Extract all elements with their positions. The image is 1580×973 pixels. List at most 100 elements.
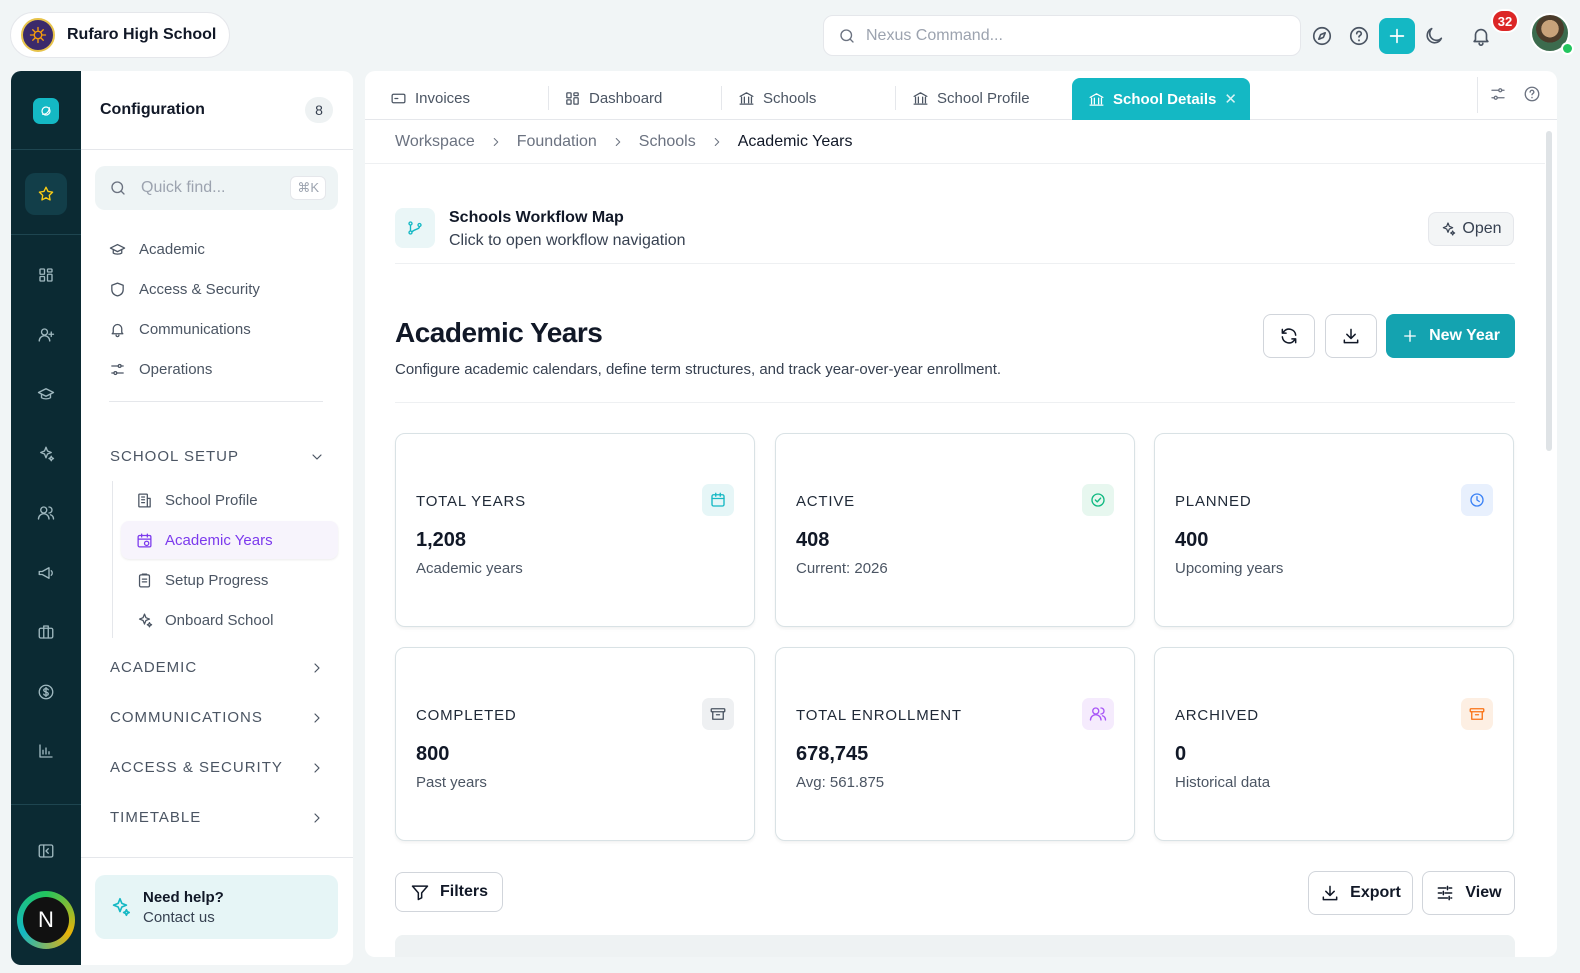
stat-subtext: Academic years [416,560,523,577]
tab-school-profile[interactable]: School Profile [887,77,1061,119]
breadcrumb: Workspace Foundation Schools Academic Ye… [395,133,852,151]
breadcrumb-foundation[interactable]: Foundation [517,133,597,151]
quick-add-button[interactable] [1379,18,1415,54]
nav-item-access-security[interactable]: Access & Security [109,281,260,298]
rail-communications[interactable] [25,552,67,594]
rail-academic[interactable] [25,373,67,415]
workspace-avatar[interactable]: N [17,891,75,949]
rail-people[interactable] [25,492,67,534]
nav-item-academic[interactable]: Academic [109,241,205,258]
compass-icon [1312,26,1332,46]
briefcase-icon [38,625,54,639]
workspace-initial: N [23,897,69,943]
view-button[interactable]: View [1422,871,1515,915]
sub-item-label: School Profile [165,491,258,509]
panel-left-icon [38,844,54,858]
panel-divider [81,149,353,150]
rail-onboarding[interactable] [25,433,67,475]
nav-item-label: Academic [139,241,205,258]
clock-icon [1461,484,1493,516]
sub-item-school-profile[interactable]: School Profile [121,481,338,519]
main-scrollbar[interactable] [1546,131,1552,451]
section-label: ACCESS & SECURITY [110,759,283,776]
tab-dashboard[interactable]: Dashboard [539,77,713,119]
configuration-count-badge: 8 [305,97,333,123]
breadcrumb-schools[interactable]: Schools [639,133,696,151]
help-contact-link[interactable]: Contact us [143,909,224,926]
plus-icon [1389,28,1405,44]
tab-settings-button[interactable] [1489,85,1511,107]
rail-operations[interactable] [25,611,67,653]
rail-finance[interactable] [25,671,67,713]
sub-item-setup-progress[interactable]: Setup Progress [121,561,338,599]
landmark-icon [1089,92,1104,106]
rail-dashboard[interactable] [25,254,67,296]
stat-card-total-years: TOTAL YEARS 1,208 Academic years [395,433,755,627]
rail-reports[interactable] [25,730,67,772]
sliders-horizontal-icon [1437,885,1453,901]
help-button[interactable] [1341,18,1377,54]
sparkles-icon [1443,222,1456,236]
dollar-circle-icon [38,684,54,700]
rail-divider [11,149,81,150]
export-button[interactable]: Export [1308,871,1413,915]
page-title: Academic Years [395,317,603,348]
bar-chart-icon [39,744,53,758]
tab-close-icon[interactable]: ✕ [1224,90,1237,108]
nav-item-label: Access & Security [139,281,260,298]
nav-item-operations[interactable]: Operations [109,361,212,378]
tab-label: Invoices [415,89,471,107]
explore-button[interactable] [1304,18,1340,54]
nav-item-label: Operations [139,361,213,378]
stat-subtext: Avg: 561.875 [796,774,885,791]
stat-card-total-enrollment: TOTAL ENROLLMENT 678,745 Avg: 561.875 [775,647,1135,841]
command-search-input[interactable]: Nexus Command... [823,15,1301,56]
breadcrumb-workspace[interactable]: Workspace [395,133,475,151]
help-card[interactable]: Need help? Contact us [95,875,338,939]
sub-item-academic-years[interactable]: Academic Years [121,521,338,559]
view-label: View [1465,884,1502,901]
workflow-open-button[interactable]: Open [1428,212,1514,246]
download-button[interactable] [1325,314,1377,358]
sub-item-onboard-school[interactable]: Onboard School [121,601,338,639]
refresh-button[interactable] [1263,314,1315,358]
section-academic[interactable]: ACADEMIC [110,659,325,676]
tab-school-details[interactable]: School Details ✕ [1072,78,1250,120]
nav-item-communications[interactable]: Communications [109,321,251,338]
theme-toggle-button[interactable] [1416,18,1452,54]
filters-button[interactable]: Filters [395,872,503,912]
section-access-security[interactable]: ACCESS & SECURITY [110,759,325,776]
school-switcher[interactable]: Rufaro High School [10,12,230,58]
rail-add-user[interactable] [25,314,67,356]
git-branch-icon [395,208,435,248]
stat-subtext: Historical data [1175,774,1271,791]
top-bar: Rufaro High School Nexus Command... 32 [0,0,1580,70]
star-icon [38,186,54,201]
app-logo-icon[interactable] [33,98,59,124]
receipt-icon [391,93,406,103]
tab-invoices[interactable]: Invoices [365,77,539,119]
archive-icon [1461,698,1493,730]
section-timetable[interactable]: TIMETABLE [110,809,325,826]
configuration-title: Configuration [100,101,205,118]
new-year-button[interactable]: New Year [1386,314,1515,358]
bell-icon [111,323,124,338]
tab-help-button[interactable] [1523,85,1545,107]
plus-icon [1404,330,1416,342]
tab-label: Dashboard [589,89,663,107]
section-label: COMMUNICATIONS [110,709,263,726]
school-logo-icon [21,18,55,52]
rail-favorites[interactable] [25,173,67,215]
tab-label: School Details [1113,90,1217,108]
new-year-label: New Year [1429,327,1500,344]
tab-schools[interactable]: Schools [713,77,887,119]
section-school-setup[interactable]: SCHOOL SETUP [110,448,325,465]
rail-collapse-button[interactable] [25,830,67,872]
users-icon [37,506,55,520]
chevron-right-icon [314,662,320,673]
quick-find-input[interactable]: Quick find... ⌘K [95,166,338,210]
section-communications[interactable]: COMMUNICATIONS [110,709,325,726]
data-table-header [395,935,1515,957]
workflow-map-banner[interactable]: Schools Workflow Map Click to open workf… [395,208,1515,264]
building-icon [138,492,151,508]
